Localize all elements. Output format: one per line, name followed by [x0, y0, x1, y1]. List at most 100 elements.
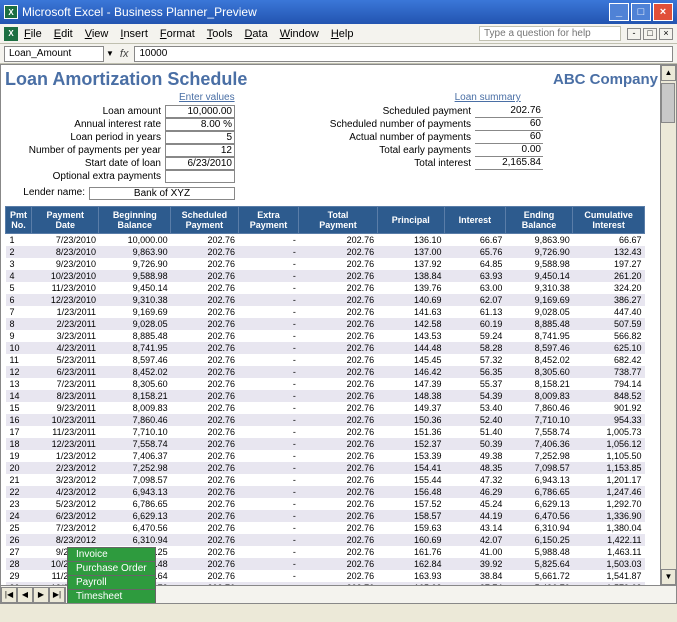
cell[interactable]: 8,009.83 — [99, 402, 171, 414]
menu-insert[interactable]: Insert — [120, 28, 148, 40]
cell[interactable]: 1,056.12 — [573, 438, 645, 450]
cell[interactable]: 202.76 — [299, 546, 377, 558]
tab-nav-last-icon[interactable]: ▶| — [49, 587, 65, 603]
cell[interactable]: 39.92 — [445, 558, 506, 570]
cell[interactable]: 6,629.13 — [505, 498, 572, 510]
cell[interactable]: 5/23/2011 — [32, 354, 99, 366]
cell[interactable]: 10/23/2011 — [32, 414, 99, 426]
cell[interactable]: 6,943.13 — [505, 474, 572, 486]
cell[interactable]: 17 — [6, 426, 32, 438]
cell[interactable]: 202.76 — [171, 570, 238, 582]
cell[interactable]: - — [238, 426, 299, 438]
cell[interactable]: 9,450.14 — [505, 270, 572, 282]
cell[interactable]: 63.93 — [445, 270, 506, 282]
cell[interactable]: 2 — [6, 246, 32, 258]
fx-icon[interactable]: fx — [120, 48, 129, 60]
cell[interactable]: 5,661.72 — [505, 570, 572, 582]
cell[interactable]: 202.76 — [299, 438, 377, 450]
cell[interactable]: 10 — [6, 342, 32, 354]
cell[interactable]: 9/23/2011 — [32, 402, 99, 414]
menu-edit[interactable]: Edit — [54, 28, 73, 40]
cell[interactable]: 8 — [6, 318, 32, 330]
cell[interactable]: - — [238, 474, 299, 486]
cell[interactable]: 3 — [6, 258, 32, 270]
cell[interactable]: 202.76 — [299, 414, 377, 426]
cell[interactable]: - — [238, 246, 299, 258]
cell[interactable]: 202.76 — [171, 294, 238, 306]
cell[interactable]: 3/23/2012 — [32, 474, 99, 486]
cell[interactable]: 1,005.73 — [573, 426, 645, 438]
cell[interactable]: 202.76 — [299, 510, 377, 522]
table-row[interactable]: 410/23/20109,588.98202.76-202.76138.8463… — [6, 270, 645, 282]
cell[interactable]: 8,597.46 — [99, 354, 171, 366]
cell[interactable]: 155.44 — [377, 474, 444, 486]
cell[interactable]: 6,150.25 — [505, 534, 572, 546]
cell[interactable]: 202.76 — [299, 474, 377, 486]
cell[interactable]: 149.37 — [377, 402, 444, 414]
cell[interactable]: 202.76 — [299, 258, 377, 270]
cell[interactable]: 12 — [6, 366, 32, 378]
cell[interactable]: 7,860.46 — [99, 414, 171, 426]
cell[interactable]: 507.59 — [573, 318, 645, 330]
cell[interactable]: 136.10 — [377, 234, 444, 247]
cell[interactable]: 29 — [6, 570, 32, 582]
input-value[interactable]: 10,000.00 — [165, 105, 235, 118]
cell[interactable]: 9,310.38 — [505, 282, 572, 294]
cell[interactable]: 566.82 — [573, 330, 645, 342]
cell[interactable]: 682.42 — [573, 354, 645, 366]
cell[interactable]: 202.76 — [299, 294, 377, 306]
sheet-tab[interactable]: Payroll — [67, 575, 156, 589]
cell[interactable]: 202.76 — [171, 498, 238, 510]
cell[interactable]: 59.24 — [445, 330, 506, 342]
cell[interactable]: - — [238, 450, 299, 462]
cell[interactable]: 1,201.17 — [573, 474, 645, 486]
cell[interactable]: 2/23/2011 — [32, 318, 99, 330]
cell[interactable]: 8,305.60 — [99, 378, 171, 390]
cell[interactable]: 148.38 — [377, 390, 444, 402]
table-row[interactable]: 511/23/20109,450.14202.76-202.76139.7663… — [6, 282, 645, 294]
cell[interactable]: 8,885.48 — [505, 318, 572, 330]
table-row[interactable]: 202/23/20127,252.98202.76-202.76154.4148… — [6, 462, 645, 474]
cell[interactable]: 202.76 — [299, 522, 377, 534]
cell[interactable]: 8/23/2012 — [32, 534, 99, 546]
table-row[interactable]: 93/23/20118,885.48202.76-202.76143.5359.… — [6, 330, 645, 342]
cell[interactable]: 6,470.56 — [505, 510, 572, 522]
cell[interactable]: 19 — [6, 450, 32, 462]
cell[interactable]: 202.76 — [299, 426, 377, 438]
cell[interactable]: 1,105.50 — [573, 450, 645, 462]
cell[interactable]: 15 — [6, 402, 32, 414]
cell[interactable]: 7,252.98 — [99, 462, 171, 474]
cell[interactable]: - — [238, 546, 299, 558]
cell[interactable]: 202.76 — [171, 318, 238, 330]
cell[interactable]: - — [238, 402, 299, 414]
cell[interactable]: 8,741.95 — [505, 330, 572, 342]
cell[interactable]: 150.36 — [377, 414, 444, 426]
cell[interactable]: 738.77 — [573, 366, 645, 378]
cell[interactable]: 27 — [6, 546, 32, 558]
cell[interactable]: 8,741.95 — [99, 342, 171, 354]
cell[interactable]: 147.39 — [377, 378, 444, 390]
table-row[interactable]: 191/23/20127,406.37202.76-202.76153.3949… — [6, 450, 645, 462]
cell[interactable]: 202.76 — [299, 282, 377, 294]
cell[interactable]: 8/23/2010 — [32, 246, 99, 258]
cell[interactable]: 6,310.94 — [99, 534, 171, 546]
cell[interactable]: - — [238, 282, 299, 294]
cell[interactable]: 138.84 — [377, 270, 444, 282]
cell[interactable]: 202.76 — [299, 450, 377, 462]
cell[interactable]: 1,292.70 — [573, 498, 645, 510]
cell[interactable]: 9,310.38 — [99, 294, 171, 306]
cell[interactable]: 202.76 — [171, 522, 238, 534]
cell[interactable]: 16 — [6, 414, 32, 426]
cell[interactable]: 5,825.64 — [505, 558, 572, 570]
cell[interactable]: 202.76 — [299, 306, 377, 318]
cell[interactable]: 7/23/2011 — [32, 378, 99, 390]
cell[interactable]: 137.00 — [377, 246, 444, 258]
cell[interactable]: 14 — [6, 390, 32, 402]
menu-data[interactable]: Data — [244, 28, 267, 40]
cell[interactable]: - — [238, 342, 299, 354]
cell[interactable]: 8/23/2011 — [32, 390, 99, 402]
cell[interactable]: 9,726.90 — [99, 258, 171, 270]
cell[interactable]: 54.39 — [445, 390, 506, 402]
cell[interactable]: 6/23/2012 — [32, 510, 99, 522]
cell[interactable]: 202.76 — [299, 246, 377, 258]
